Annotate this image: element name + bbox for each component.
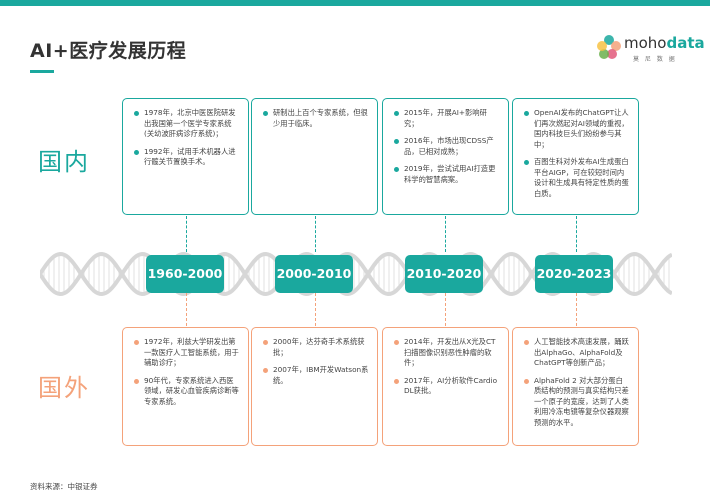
source-note: 资料来源：中银证券 bbox=[30, 482, 98, 491]
event-item: 2000年，达芬奇手术系统获批； bbox=[262, 337, 369, 358]
connector-top bbox=[315, 216, 316, 252]
event-item: 1978年，北京中医医院研发出我国第一个医学专家系统(关幼波肝病诊疗系统)； bbox=[133, 108, 240, 140]
event-item: 90年代，专家系统进入西医领域，研发心血管疾病诊断等专家系统。 bbox=[133, 376, 240, 408]
event-item: 2015年，开展AI+影响研究； bbox=[393, 108, 500, 129]
title-underline bbox=[30, 70, 54, 73]
period-box-2: 2000-2010 bbox=[275, 255, 353, 293]
page-title: AI+医疗发展历程 bbox=[30, 40, 187, 62]
connector-top bbox=[445, 216, 446, 252]
connector-bottom bbox=[186, 293, 187, 326]
event-item: 2007年，IBM开发Watson系统。 bbox=[262, 365, 369, 386]
event-item: 2017年，AI分析软件Cardio DL获批。 bbox=[393, 376, 500, 397]
period-box-3: 2010-2020 bbox=[405, 255, 483, 293]
event-item: AlphaFold 2 对大部分蛋白质结构的预测与真实结构只差一个原子的宽度，达… bbox=[523, 376, 630, 429]
event-item: 百图生科对外发布AI生成蛋白平台AIGP，可在较短时间内设计和生成具有特定性质的… bbox=[523, 157, 630, 199]
period-box-1: 1960-2000 bbox=[146, 255, 224, 293]
domestic-card-2: 研制出上百个专家系统，但很少用于临床。 bbox=[251, 98, 378, 215]
domestic-label: 国内 bbox=[38, 148, 90, 176]
domestic-card-1: 1978年，北京中医医院研发出我国第一个医学专家系统(关幼波肝病诊疗系统)； 19… bbox=[122, 98, 249, 215]
domestic-card-3: 2015年，开展AI+影响研究； 2016年，市场出现CDSS产品，已相对成熟； 2… bbox=[382, 98, 509, 215]
event-item: 2019年，尝试试用AI打造更科学的智慧病案。 bbox=[393, 164, 500, 185]
event-item: 2016年，市场出现CDSS产品，已相对成熟； bbox=[393, 136, 500, 157]
event-item: 1992年，试用手术机器人进行髋关节置换手术。 bbox=[133, 147, 240, 168]
brand-logo: mohodata 莫 尼 数 据 bbox=[596, 34, 705, 64]
domestic-card-4: OpenAI发布的ChatGPT让人们再次燃起对AI领域的重视，国内科技巨头们纷… bbox=[512, 98, 639, 215]
international-card-1: 1972年，利兹大学研发出第一款医疗人工智能系统，用于辅助诊疗； 90年代，专家系… bbox=[122, 327, 249, 446]
event-item: 研制出上百个专家系统，但很少用于临床。 bbox=[262, 108, 369, 129]
brand-name: mohodata bbox=[624, 34, 705, 52]
top-accent-bar bbox=[0, 0, 710, 6]
connector-bottom bbox=[576, 293, 577, 326]
brand-subtitle: 莫 尼 数 据 bbox=[633, 56, 677, 63]
connector-top bbox=[186, 216, 187, 252]
international-label: 国外 bbox=[38, 374, 90, 402]
international-card-2: 2000年，达芬奇手术系统获批； 2007年，IBM开发Watson系统。 bbox=[251, 327, 378, 446]
event-item: 1972年，利兹大学研发出第一款医疗人工智能系统，用于辅助诊疗； bbox=[133, 337, 240, 369]
connector-bottom bbox=[445, 293, 446, 326]
international-card-4: 人工智能技术高速发展，踊跃出AlphaGo、AlphaFold及ChatGPT等… bbox=[512, 327, 639, 446]
period-box-4: 2020-2023 bbox=[535, 255, 613, 293]
international-card-3: 2014年，开发出从X光及CT扫描图像识别恶性肿瘤的软件； 2017年，AI分析软… bbox=[382, 327, 509, 446]
event-item: OpenAI发布的ChatGPT让人们再次燃起对AI领域的重视，国内科技巨头们纷… bbox=[523, 108, 630, 150]
connector-bottom bbox=[315, 293, 316, 326]
flower-logo-icon bbox=[597, 35, 621, 59]
connector-top bbox=[576, 216, 577, 252]
event-item: 2014年，开发出从X光及CT扫描图像识别恶性肿瘤的软件； bbox=[393, 337, 500, 369]
event-item: 人工智能技术高速发展，踊跃出AlphaGo、AlphaFold及ChatGPT等… bbox=[523, 337, 630, 369]
